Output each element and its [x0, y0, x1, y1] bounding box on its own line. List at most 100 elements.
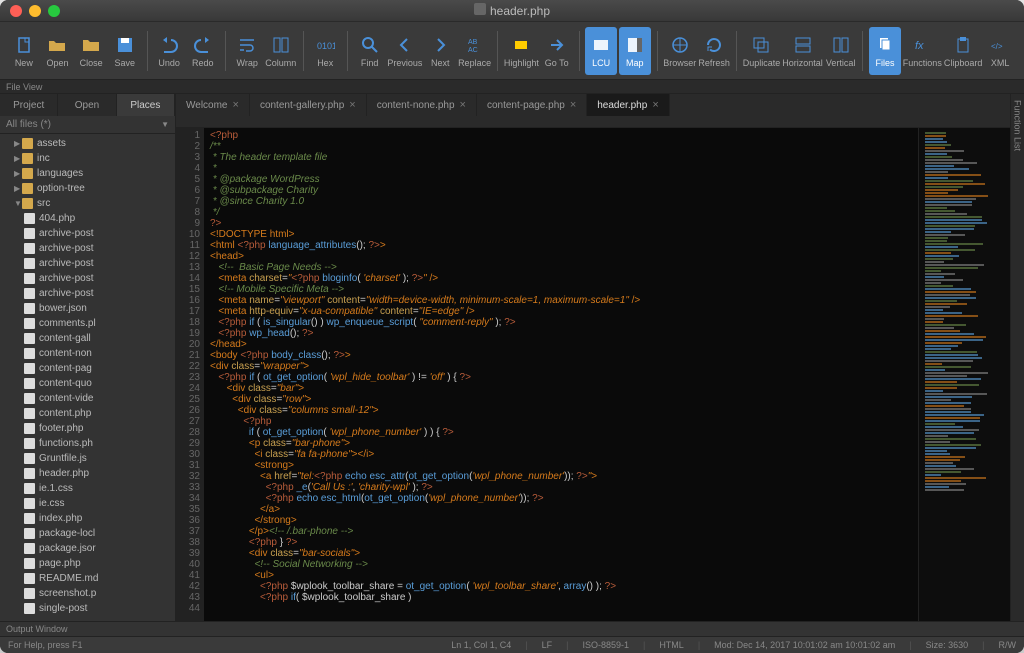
folder-icon	[22, 198, 33, 209]
save-button[interactable]: Save	[109, 27, 141, 75]
file-item[interactable]: content.php	[0, 406, 175, 421]
file-item[interactable]: footer.php	[0, 421, 175, 436]
window-controls	[10, 5, 60, 17]
close-tab-icon[interactable]: ×	[349, 99, 355, 111]
file-icon	[24, 543, 35, 554]
undo-button[interactable]: Undo	[153, 27, 185, 75]
file-icon	[24, 483, 35, 494]
file-item[interactable]: Gruntfile.js	[0, 451, 175, 466]
map-button[interactable]: Map	[619, 27, 651, 75]
file-item[interactable]: page.php	[0, 556, 175, 571]
functions-button[interactable]: fxFunctions	[903, 27, 942, 75]
vertical-button[interactable]: Vertical	[825, 27, 857, 75]
file-item[interactable]: ie.1.css	[0, 481, 175, 496]
find-button[interactable]: Find	[354, 27, 386, 75]
file-item[interactable]: ie.css	[0, 496, 175, 511]
file-item[interactable]: comments.pl	[0, 316, 175, 331]
code-editor[interactable]: <?php/** * The header template file * * …	[204, 128, 918, 621]
highlight-button[interactable]: Highlight	[504, 27, 539, 75]
next-button[interactable]: Next	[424, 27, 456, 75]
lcu-button[interactable]: LCU	[585, 27, 617, 75]
file-item[interactable]: package-locl	[0, 526, 175, 541]
xml-button[interactable]: </>XML	[984, 27, 1016, 75]
editor-tab[interactable]: content-gallery.php×	[250, 94, 367, 116]
file-icon	[24, 363, 35, 374]
close-window-button[interactable]	[10, 5, 22, 17]
status-encoding[interactable]: ISO-8859-1	[582, 640, 629, 650]
status-line-ending[interactable]: LF	[542, 640, 553, 650]
file-item[interactable]: functions.ph	[0, 436, 175, 451]
new-button[interactable]: New	[8, 27, 40, 75]
open-button[interactable]: Open	[42, 27, 74, 75]
column-button[interactable]: Column	[265, 27, 297, 75]
function-list-tab[interactable]: Function List	[1010, 94, 1024, 621]
file-item[interactable]: content-pag	[0, 361, 175, 376]
file-item[interactable]: README.md	[0, 571, 175, 586]
file-tree: ▶assets▶inc▶languages▶option-tree▼src404…	[0, 134, 175, 621]
sidebar-tab-project[interactable]: Project	[0, 94, 58, 116]
previous-button[interactable]: Previous	[387, 27, 422, 75]
editor-tab[interactable]: content-page.php×	[477, 94, 587, 116]
folder-item[interactable]: ▶option-tree	[0, 181, 175, 196]
file-item[interactable]: package.jsor	[0, 541, 175, 556]
file-icon	[24, 303, 35, 314]
file-item[interactable]: content-vide	[0, 391, 175, 406]
editor-tab[interactable]: Welcome×	[176, 94, 250, 116]
lcu-icon	[590, 34, 612, 56]
file-item[interactable]: archive-post	[0, 286, 175, 301]
file-item[interactable]: content-non	[0, 346, 175, 361]
file-item[interactable]: screenshot.p	[0, 586, 175, 601]
status-lang[interactable]: HTML	[659, 640, 684, 650]
file-item[interactable]: index.php	[0, 511, 175, 526]
hex-button[interactable]: 0101Hex	[309, 27, 341, 75]
minimap[interactable]	[918, 128, 1010, 621]
close-tab-icon[interactable]: ×	[233, 99, 239, 111]
clipboard-button[interactable]: Clipboard	[944, 27, 983, 75]
browser-button[interactable]: Browser	[663, 27, 696, 75]
svg-text:0101: 0101	[317, 41, 335, 51]
expand-arrow-icon: ▶	[14, 184, 22, 193]
file-item[interactable]: single-post	[0, 601, 175, 616]
file-filter-dropdown[interactable]: All files (*) ▼	[0, 116, 175, 134]
file-icon	[24, 558, 35, 569]
file-item[interactable]: archive-post	[0, 226, 175, 241]
file-item[interactable]: archive-post	[0, 271, 175, 286]
editor-tab[interactable]: header.php×	[587, 94, 670, 116]
file-item[interactable]: archive-post	[0, 256, 175, 271]
goto-button[interactable]: Go To	[541, 27, 573, 75]
sidebar-tab-places[interactable]: Places	[117, 94, 175, 116]
folder-item[interactable]: ▶languages	[0, 166, 175, 181]
replace-button[interactable]: ABACReplace	[458, 27, 491, 75]
duplicate-button[interactable]: Duplicate	[743, 27, 781, 75]
folder-item[interactable]: ▼src	[0, 196, 175, 211]
file-item[interactable]: archive-post	[0, 241, 175, 256]
wrap-button[interactable]: Wrap	[231, 27, 263, 75]
editor-tab[interactable]: content-none.php×	[367, 94, 477, 116]
folder-item[interactable]: ▶inc	[0, 151, 175, 166]
sidebar-tab-open[interactable]: Open	[58, 94, 116, 116]
close-tab-icon[interactable]: ×	[460, 99, 466, 111]
file-item[interactable]: content-gall	[0, 331, 175, 346]
find-icon	[359, 34, 381, 56]
file-item[interactable]: header.php	[0, 466, 175, 481]
refresh-button[interactable]: Refresh	[698, 27, 730, 75]
file-item[interactable]: 404.php	[0, 211, 175, 226]
file-icon	[24, 498, 35, 509]
ruler	[176, 116, 1010, 128]
redo-button[interactable]: Redo	[187, 27, 219, 75]
close-button[interactable]: Close	[75, 27, 107, 75]
files-button[interactable]: Files	[869, 27, 901, 75]
output-window-tab[interactable]: Output Window	[0, 621, 1024, 637]
expand-arrow-icon: ▶	[14, 169, 22, 178]
maximize-window-button[interactable]	[48, 5, 60, 17]
folder-close-icon	[80, 34, 102, 56]
map-icon	[624, 34, 646, 56]
file-item[interactable]: bower.json	[0, 301, 175, 316]
folder-item[interactable]: ▶assets	[0, 136, 175, 151]
file-item[interactable]: content-quo	[0, 376, 175, 391]
close-tab-icon[interactable]: ×	[570, 99, 576, 111]
horizontal-button[interactable]: Horizontal	[782, 27, 823, 75]
close-tab-icon[interactable]: ×	[652, 99, 658, 111]
file-icon	[24, 378, 35, 389]
minimize-window-button[interactable]	[29, 5, 41, 17]
